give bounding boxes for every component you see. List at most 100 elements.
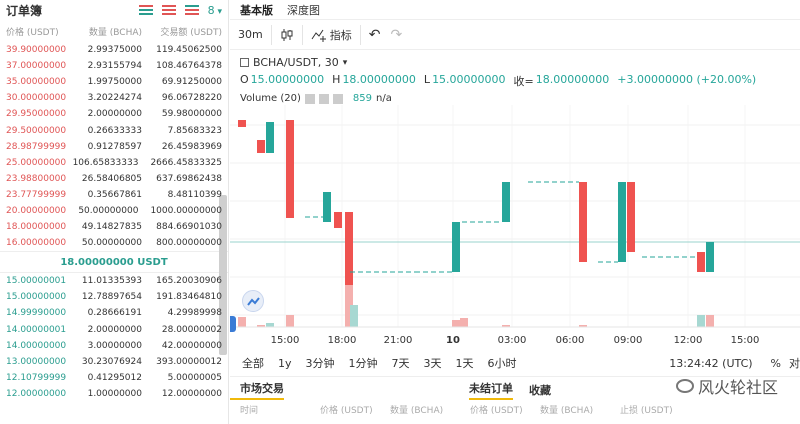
row-amount: 3.20224274: [87, 93, 142, 104]
ask-row[interactable]: 35.00000000 1.99750000 69.91250000: [0, 74, 228, 90]
ask-row[interactable]: 28.98799999 0.91278597 26.45983969: [0, 139, 228, 155]
bottom-columns: 时间 价格 (USDT) 数量 (BCHA) 价格 (USDT) 数量 (BCH…: [230, 403, 800, 416]
bid-row[interactable]: 15.00000001 11.01335393 165.20030906: [0, 273, 228, 289]
favorites-tab[interactable]: 收藏: [529, 382, 551, 398]
x-tick-label: 06:00: [556, 335, 585, 346]
row-amount: 2.93155794: [87, 61, 142, 72]
bid-row[interactable]: 14.99990000 0.28666191 4.29989998: [0, 305, 228, 321]
timeframe-button[interactable]: 6小时: [488, 355, 517, 371]
timeframe-button[interactable]: 3天: [424, 355, 442, 371]
ask-row[interactable]: 39.90000000 2.99375000 119.45062500: [0, 42, 228, 58]
ask-row[interactable]: 23.98800000 26.58406805 637.69862438: [0, 171, 228, 187]
expand-handle[interactable]: [230, 316, 236, 332]
ask-row[interactable]: 23.77799999 0.35667861 8.48110399: [0, 187, 228, 203]
row-price: 12.00000000: [6, 388, 67, 399]
bid-row[interactable]: 15.00000000 12.78897654 191.83464810: [0, 289, 228, 305]
bid-row[interactable]: 14.00000000 3.00000000 42.00000000: [0, 338, 228, 354]
close-value: 18.00000000: [535, 73, 610, 86]
timeframe-button[interactable]: 1分钟: [349, 355, 378, 371]
market-trades-tab[interactable]: 市场交易: [230, 380, 284, 400]
collapse-icon[interactable]: [240, 58, 249, 67]
row-price: 20.00000000: [6, 205, 67, 216]
col-amount: 数量 (BCHA): [88, 27, 142, 38]
chart-tabs: 基本版 深度图: [230, 0, 800, 20]
bid-row[interactable]: 13.00000000 30.23076924 393.00000012: [0, 354, 228, 370]
interval-button[interactable]: 30m: [238, 28, 263, 41]
ask-row[interactable]: 29.50000000 0.26633333 7.85683323: [0, 122, 228, 138]
market-col-time: 时间: [240, 406, 259, 416]
timeframe-button[interactable]: 7天: [392, 355, 410, 371]
bid-row[interactable]: 12.10799999 0.41295012 5.00000005: [0, 370, 228, 386]
ask-row[interactable]: 29.95000000 2.00000000 59.98000000: [0, 106, 228, 122]
redo-icon[interactable]: ↷: [390, 27, 402, 43]
ask-row[interactable]: 20.00000000 50.00000000 1000.00000000: [0, 203, 228, 219]
x-tick-label: 15:00: [271, 335, 300, 346]
candle-up: [502, 182, 510, 222]
indicators-icon: [311, 29, 326, 42]
row-total: 884.66901030: [156, 222, 222, 233]
close-icon[interactable]: [332, 93, 343, 104]
col-total: 交易额 (USDT): [160, 27, 222, 38]
market-col-amount: 数量 (BCHA): [390, 406, 444, 416]
candlestick-chart[interactable]: 15:00 18:00 21:00 10 03:00 06:00 09:00 12:00 15:…: [230, 105, 800, 350]
watermark-text: 风火轮社区: [697, 378, 778, 397]
x-tick-label: 15:00: [731, 335, 760, 346]
timeframe-button[interactable]: 1y: [278, 357, 292, 370]
bid-row[interactable]: 14.00000001 2.00000000 28.00000002: [0, 322, 228, 338]
indicators-button[interactable]: 指标: [311, 27, 352, 43]
undo-icon[interactable]: ↶: [369, 27, 381, 43]
row-price: 14.00000001: [6, 324, 67, 335]
pair-toggle[interactable]: 对: [789, 355, 800, 371]
candle-down: [697, 252, 705, 272]
row-amount: 1.00000000: [87, 388, 142, 399]
both-sides-view-icon[interactable]: [138, 5, 153, 15]
ask-row[interactable]: 25.00000000 106.65833333 2666.45833325: [0, 155, 228, 171]
open-label: O: [240, 73, 249, 86]
row-total: 96.06728220: [161, 93, 222, 104]
timeframe-button[interactable]: 3分钟: [306, 355, 335, 371]
volume-value: 859: [352, 93, 372, 104]
ask-row[interactable]: 18.00000000 49.14827835 884.66901030: [0, 219, 228, 235]
open-orders-tab[interactable]: 未结订单: [469, 380, 513, 400]
timeframe-button[interactable]: 1天: [456, 355, 474, 371]
chart-toolbar: 30m 指标 ↶ ↷: [230, 20, 800, 50]
volume-legend: Volume (20) 859 n/a: [240, 93, 392, 104]
asks-list: 39.90000000 2.99375000 119.45062500 37.0000…: [0, 42, 228, 251]
order-col-price: 价格 (USDT): [470, 406, 523, 416]
row-price: 30.00000000: [6, 93, 67, 104]
percent-toggle[interactable]: %: [771, 357, 781, 370]
candle-down: [579, 182, 587, 262]
row-total: 393.00000012: [156, 356, 222, 367]
candle-down: [257, 140, 265, 153]
row-total: 108.46764378: [156, 61, 222, 72]
settings-icon[interactable]: [318, 93, 329, 104]
row-amount: 106.65833333: [72, 157, 139, 168]
chevron-down-icon[interactable]: ▾: [343, 58, 348, 68]
low-label: L: [423, 73, 431, 86]
tradingview-logo-icon[interactable]: [242, 290, 264, 312]
orderbook-header: 订单簿 8: [0, 0, 228, 20]
row-price: 14.99990000: [6, 308, 67, 319]
ask-row[interactable]: 37.00000000 2.93155794 108.46764378: [0, 58, 228, 74]
row-amount: 3.00000000: [87, 340, 142, 351]
row-amount: 0.26633333: [87, 125, 142, 136]
row-total: 4.29989998: [167, 308, 222, 319]
bids-view-icon[interactable]: [184, 5, 199, 15]
bid-row[interactable]: 12.00000000 1.00000000 12.00000000: [0, 386, 228, 402]
row-price: 37.00000000: [6, 61, 67, 72]
candle-type-icon[interactable]: [280, 28, 294, 42]
eye-icon[interactable]: [304, 93, 315, 104]
tab-depth[interactable]: 深度图: [287, 2, 320, 18]
x-tick-label: 18:00: [328, 335, 357, 346]
row-amount: 0.28666191: [87, 308, 142, 319]
timeframe-button[interactable]: 全部: [242, 355, 264, 371]
row-total: 637.69862438: [156, 173, 222, 184]
ask-row[interactable]: 30.00000000 3.20224274 96.06728220: [0, 90, 228, 106]
depth-selector[interactable]: 8: [208, 4, 222, 17]
open-value: 15.00000000: [250, 73, 325, 86]
asks-view-icon[interactable]: [161, 5, 176, 15]
tab-basic[interactable]: 基本版: [240, 2, 273, 18]
symbol-label[interactable]: BCHA/USDT, 30: [253, 56, 339, 69]
volume-bar: [706, 315, 714, 327]
ask-row[interactable]: 16.00000000 50.00000000 800.00000000: [0, 235, 228, 251]
